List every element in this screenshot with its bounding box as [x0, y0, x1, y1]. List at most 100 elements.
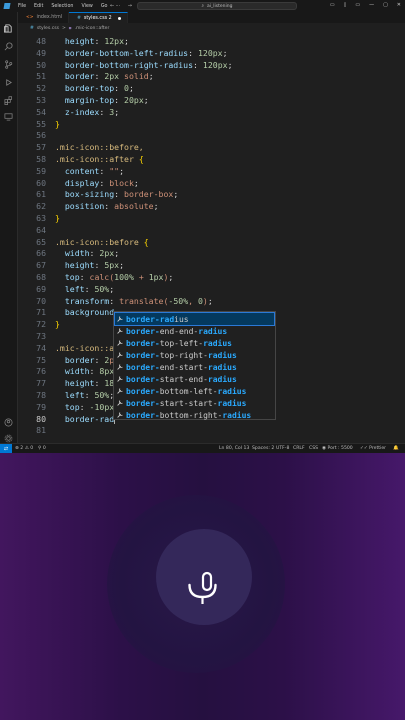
suggestion-item[interactable]: border-top-left-radius [115, 337, 274, 349]
toggle-secondary-sidebar-icon[interactable]: ▭ [355, 2, 360, 8]
code-line[interactable]: top: calc(100% + 1px); [55, 272, 174, 282]
indentation[interactable]: Spaces: 2 [252, 446, 274, 451]
maximize-button[interactable]: ▢ [383, 2, 388, 8]
menu-file[interactable]: File [18, 4, 26, 9]
menu-view[interactable]: View [81, 4, 92, 9]
title-bar: File Edit Selection View Go ··· ← → ⌕ ai… [0, 0, 405, 12]
suggestion-match: radius [207, 374, 237, 384]
code-line[interactable]: border-bottom-left-radius: 120px; [55, 48, 228, 58]
code-line[interactable]: } [55, 119, 60, 129]
minimize-button[interactable]: — [369, 2, 374, 8]
extensions-icon[interactable] [4, 90, 13, 105]
account-icon[interactable] [4, 412, 13, 427]
menu-selection[interactable]: Selection [51, 4, 73, 9]
code-line[interactable]: display: block; [55, 178, 139, 188]
menu-edit[interactable]: Edit [34, 4, 43, 9]
search-icon: ⌕ [201, 4, 205, 9]
code-line[interactable]: height: 12px; [55, 36, 129, 46]
suggestion-match: radius [222, 410, 252, 420]
prettier-status[interactable]: ✓✓ Prettier [360, 446, 386, 451]
tab-index-html[interactable]: <> index.html [18, 12, 70, 23]
code-line[interactable]: border-top: 0; [55, 83, 134, 93]
command-center-search[interactable]: ⌕ ai_listening [137, 2, 297, 10]
live-server-port[interactable]: ◉ Port : 5500 [322, 446, 353, 451]
code-line[interactable]: } [55, 213, 60, 223]
suggestion-item[interactable]: border-rad ius [114, 312, 275, 326]
notifications-bell-icon[interactable]: 🔔 [393, 446, 399, 451]
mic-button[interactable] [156, 529, 252, 625]
code-line[interactable]: width: 8px [55, 366, 114, 376]
unsaved-dot-icon[interactable] [117, 16, 121, 20]
code-line[interactable]: left: 50%; [55, 284, 114, 294]
preview-area [0, 453, 405, 720]
tab-styles-css[interactable]: # styles.css 2 [69, 12, 128, 23]
remote-explorer-icon[interactable] [4, 106, 13, 121]
code-line[interactable]: box-sizing: border-box; [55, 189, 178, 199]
code-line[interactable]: .mic-icon::before { [55, 237, 149, 247]
explorer-icon[interactable] [4, 18, 13, 33]
line-number: 67 [36, 260, 46, 271]
toggle-sidebar-icon[interactable]: ▭ [330, 2, 335, 8]
line-number: 56 [36, 130, 46, 141]
run-debug-icon[interactable] [4, 72, 13, 86]
code-line[interactable]: background [55, 307, 114, 317]
suggestion-match: border- [126, 410, 160, 420]
ports-indicator[interactable]: ⚲ 0 [38, 446, 46, 451]
code-line[interactable]: transform: translate(-50%, 0); [55, 296, 213, 306]
suggestion-match: border- [126, 398, 160, 408]
suggestion-item[interactable]: border-start-start-radius [115, 397, 274, 409]
property-wrench-icon [117, 400, 123, 406]
suggestion-item[interactable]: border-bottom-left-radius [115, 385, 274, 397]
code-line[interactable]: } [55, 319, 60, 329]
code-line[interactable]: height: 5px; [55, 260, 124, 270]
property-wrench-icon [117, 412, 123, 418]
cursor-position[interactable]: Ln 80, Col 13 [219, 446, 249, 451]
code-line[interactable]: border-bottom-right-radius: 120px; [55, 60, 233, 70]
code-line[interactable]: margin-top: 20px; [55, 95, 149, 105]
suggestion-match: radius [203, 338, 232, 348]
suggestion-item[interactable]: border-end-start-radius [115, 361, 274, 373]
breadcrumb-file[interactable]: styles.css [37, 26, 59, 31]
code-line[interactable]: content: ""; [55, 166, 124, 176]
code-line[interactable]: top: -10px [55, 402, 114, 412]
encoding[interactable]: UTF-8 [276, 446, 289, 451]
menu-bar: File Edit Selection View Go ··· [18, 4, 120, 9]
code-line[interactable]: border: 2px solid; [55, 71, 154, 81]
line-number: 75 [36, 354, 46, 365]
property-wrench-icon [117, 376, 123, 382]
suggestion-item[interactable]: border-start-end-radius [115, 373, 274, 385]
suggestion-rest: start-end- [159, 374, 208, 384]
source-control-icon[interactable] [4, 54, 13, 69]
eol[interactable]: CRLF [293, 446, 305, 451]
line-number: 64 [36, 224, 46, 235]
suggestion-match: radius [198, 326, 228, 336]
problems-indicator[interactable]: ⊗ 2 ⚠ 0 [15, 446, 33, 451]
search-icon[interactable] [4, 36, 13, 51]
code-line[interactable]: .mic-icon::a [55, 343, 114, 353]
remote-indicator-icon[interactable]: ⇄ [0, 444, 12, 453]
settings-gear-icon[interactable] [4, 428, 13, 443]
code-line[interactable]: width: 2px; [55, 248, 119, 258]
toggle-panel-icon[interactable]: ▯ [344, 2, 347, 8]
html-file-icon: <> [26, 15, 34, 20]
css-file-icon: # [77, 15, 81, 21]
code-line[interactable]: position: absolute; [55, 201, 159, 211]
breadcrumb-symbol[interactable]: .mic-icon::after [75, 26, 110, 31]
code-line[interactable]: height: 18 [55, 378, 114, 388]
close-button[interactable]: ✕ [397, 2, 401, 8]
code-line[interactable]: z-index: 3; [55, 107, 119, 117]
code-line[interactable]: .mic-icon::before, [55, 142, 144, 152]
suggestion-item[interactable]: border-top-right-radius [115, 349, 274, 361]
suggestion-rest: bottom-right- [159, 410, 223, 420]
line-number: 62 [36, 201, 46, 212]
nav-arrows[interactable]: ← → [110, 3, 138, 9]
menu-go[interactable]: Go [101, 4, 108, 9]
code-line[interactable]: left: 50%; [55, 390, 114, 400]
code-line[interactable]: border-rad [55, 414, 114, 424]
language-mode[interactable]: CSS [309, 446, 318, 451]
suggestion-item[interactable]: border-end-end-radius [115, 325, 274, 337]
code-line[interactable]: border: 2p [55, 355, 114, 365]
code-line[interactable]: .mic-icon::after { [55, 154, 144, 164]
suggestion-item[interactable]: border-bottom-right-radius [115, 409, 274, 421]
line-number: 66 [36, 248, 46, 259]
